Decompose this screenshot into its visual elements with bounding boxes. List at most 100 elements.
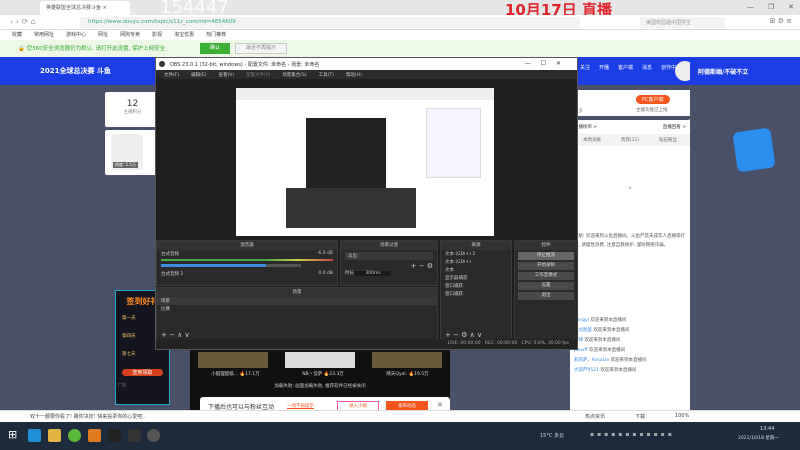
- nav-follow[interactable]: 关注: [580, 64, 590, 71]
- tab-weekly[interactable]: 本周贡献: [583, 137, 601, 143]
- ie-icon[interactable]: [28, 429, 41, 442]
- anchor-avatar[interactable]: 热度: 1.5万: [111, 134, 143, 170]
- transition-select[interactable]: 淡出: [345, 252, 433, 260]
- source-item[interactable]: 文本 (GDI+) 2: [441, 250, 511, 258]
- status-news[interactable]: 双十一都要你看了! 路你决定! 快来投票你的心爱吧..: [30, 414, 145, 420]
- clock-time[interactable]: 13:44: [760, 426, 774, 432]
- chat-user[interactable]: 大葫芦9521: [574, 368, 599, 373]
- nav-messages[interactable]: 消息: [642, 64, 652, 71]
- duration-input[interactable]: 300ms: [355, 271, 391, 276]
- chat-message: liangyl 欢迎来到本直播间: [570, 316, 690, 326]
- notice-confirm-button[interactable]: 确认: [200, 43, 230, 54]
- weather[interactable]: 15°C 多云: [540, 432, 564, 439]
- zoom-level[interactable]: 100%: [675, 413, 689, 420]
- search-input[interactable]: 美国校园遇中国学生: [640, 17, 725, 28]
- tray-icons[interactable]: ▪▪▪▪▪▪▪▪▪▪▪▪: [590, 431, 675, 438]
- back-icon[interactable]: ‹ › ⟳ ⌂: [10, 17, 36, 26]
- pc-client-button[interactable]: PC客户端: [636, 95, 670, 104]
- bookmark[interactable]: 热门推荐: [206, 31, 226, 39]
- bookmark[interactable]: 影视: [152, 31, 162, 39]
- source-item[interactable]: 显示器捕获: [441, 274, 511, 282]
- game-icon[interactable]: [128, 429, 141, 442]
- douyu-logo[interactable]: 2021全球总决赛 斗鱼: [40, 66, 111, 76]
- recommend-name[interactable]: 晴天Qyal.: [386, 372, 407, 377]
- obs-preview[interactable]: [236, 88, 494, 236]
- exit-button[interactable]: 退出: [518, 292, 574, 300]
- source-item[interactable]: 窗口捕获: [441, 282, 511, 290]
- menu-help[interactable]: 帮助(H): [346, 72, 362, 78]
- hot-news[interactable]: 热点资讯: [585, 413, 605, 420]
- windows-start-icon[interactable]: ⊞: [8, 428, 17, 441]
- app-icon[interactable]: [88, 429, 101, 442]
- menu-tools[interactable]: 工具(T): [319, 72, 334, 78]
- anchor-task-badge[interactable]: [732, 127, 776, 173]
- settings-button[interactable]: 设置: [518, 282, 574, 290]
- minimize-icon[interactable]: —: [747, 3, 754, 11]
- obs-taskbar-icon[interactable]: [147, 429, 160, 442]
- username[interactable]: 阿德斯缅/不破不立: [698, 67, 748, 76]
- scene-item[interactable]: 比赛: [157, 305, 437, 313]
- menu-edit[interactable]: 编辑(E): [191, 72, 206, 78]
- obs-window-controls[interactable]: —☐✕: [525, 60, 571, 67]
- menu-file[interactable]: 文件(F): [164, 72, 179, 78]
- recommend-name[interactable]: NB丶莹萨: [302, 372, 322, 377]
- file-explorer-icon[interactable]: [48, 429, 61, 442]
- transition-toolbar[interactable]: + − ⚙: [341, 262, 437, 270]
- menu-scene-collection[interactable]: 场景集合(S): [282, 72, 306, 78]
- scene-toolbar[interactable]: + − ∧ ∨: [161, 331, 190, 339]
- nav-client[interactable]: 客户端: [618, 64, 633, 71]
- chat-text: 欢迎来到本直播间: [589, 348, 626, 353]
- bookmark[interactable]: 游戏中心: [66, 31, 86, 39]
- lock-icon: 🔒: [18, 46, 27, 52]
- browser-tab[interactable]: 英雄联盟全球总决赛斗鱼 ×: [40, 1, 130, 15]
- chat-user[interactable]: 莉莉萨、KesaLie: [574, 358, 609, 363]
- browser-360-icon[interactable]: [68, 429, 81, 442]
- scene-item[interactable]: 场景: [157, 297, 437, 305]
- bookmark[interactable]: 网购专卖: [120, 31, 140, 39]
- source-item[interactable]: 文本: [441, 266, 511, 274]
- maximize-icon[interactable]: ❐: [768, 3, 774, 11]
- bookmark[interactable]: 收藏: [12, 31, 22, 39]
- checkin-button[interactable]: 签到领取: [122, 369, 163, 376]
- obs-window: OBS 23.0.1 (32-bit, windows) - 配置文件: 未命名…: [155, 57, 578, 350]
- tab-vip[interactable]: 贵宾(11): [621, 137, 639, 143]
- studio-mode-button[interactable]: 工作室模式: [518, 272, 574, 280]
- recommend-item: 小狐狸超级... 🔥17.1万: [211, 371, 259, 377]
- nav-live[interactable]: 开播: [599, 64, 609, 71]
- source-toolbar[interactable]: + − ⚙ ∧ ∨: [445, 331, 482, 339]
- taskbar: ⊞ 15°C 多云 ▪▪▪▪▪▪▪▪▪▪▪▪ 13:44 2021/10/18 …: [0, 422, 800, 450]
- recommend-name[interactable]: 小狐狸超级...: [211, 372, 238, 377]
- recommend-heat: 23.3万: [329, 372, 344, 377]
- league-icon[interactable]: [108, 429, 121, 442]
- tab-diamond[interactable]: 钻石粉丝: [659, 137, 677, 143]
- replay-link[interactable]: 直播回看 >: [663, 124, 686, 130]
- source-item[interactable]: 文本 (GDI+): [441, 258, 511, 266]
- bookmark[interactable]: 常用网址: [34, 31, 54, 39]
- recommend-thumb[interactable]: [284, 352, 355, 368]
- close-icon[interactable]: ✕: [437, 401, 443, 409]
- menu-icon[interactable]: ⊞ ⚙ ≡: [770, 17, 792, 25]
- stop-streaming-button[interactable]: 停止推流: [518, 252, 574, 260]
- volume-slider[interactable]: [161, 264, 301, 267]
- start-recording-button[interactable]: 开始录制: [518, 262, 574, 270]
- bookmark[interactable]: 网址: [98, 31, 108, 39]
- mixer-title: 混音器: [157, 241, 337, 250]
- menu-view[interactable]: 查看(V): [218, 72, 234, 78]
- source-item[interactable]: 窗口捕获: [441, 290, 511, 298]
- download[interactable]: 下载: [635, 413, 645, 420]
- score-value: 12: [126, 99, 139, 109]
- clock-date[interactable]: 2021/10/18 星期一: [738, 435, 779, 441]
- recommend-thumb[interactable]: [371, 352, 442, 368]
- menu-profile[interactable]: 配置文件(P): [246, 72, 270, 78]
- close-icon[interactable]: ✕: [788, 3, 794, 11]
- no-remind-link[interactable]: 一周不再提示: [287, 403, 314, 409]
- chat-system-notice: 系统: 欢迎来到斗鱼直播间。斗鱼严禁未成年人直播或打赏, 请理性消费, 注意自我…: [574, 234, 685, 248]
- load-fail-text: 加载失败: 画面加载失败, 推荐软件已经被关闭: [274, 384, 366, 389]
- recommend-thumb[interactable]: [198, 352, 269, 368]
- bookmarks-bar: 收藏 常用网址 游戏中心 网址 网购专卖 影视 淘宝优惠 热门推荐: [0, 30, 800, 40]
- bookmark[interactable]: 淘宝优惠: [174, 31, 194, 39]
- notice-dismiss-button[interactable]: 最近不再提示: [235, 43, 287, 54]
- recommend-heat: 17.1万: [245, 372, 260, 377]
- cpu-fps: CPU: 0.0%, 30.00 fps: [521, 341, 570, 346]
- url-input[interactable]: https://www.douyu.com/topic/s11z_com/rid…: [80, 17, 580, 28]
